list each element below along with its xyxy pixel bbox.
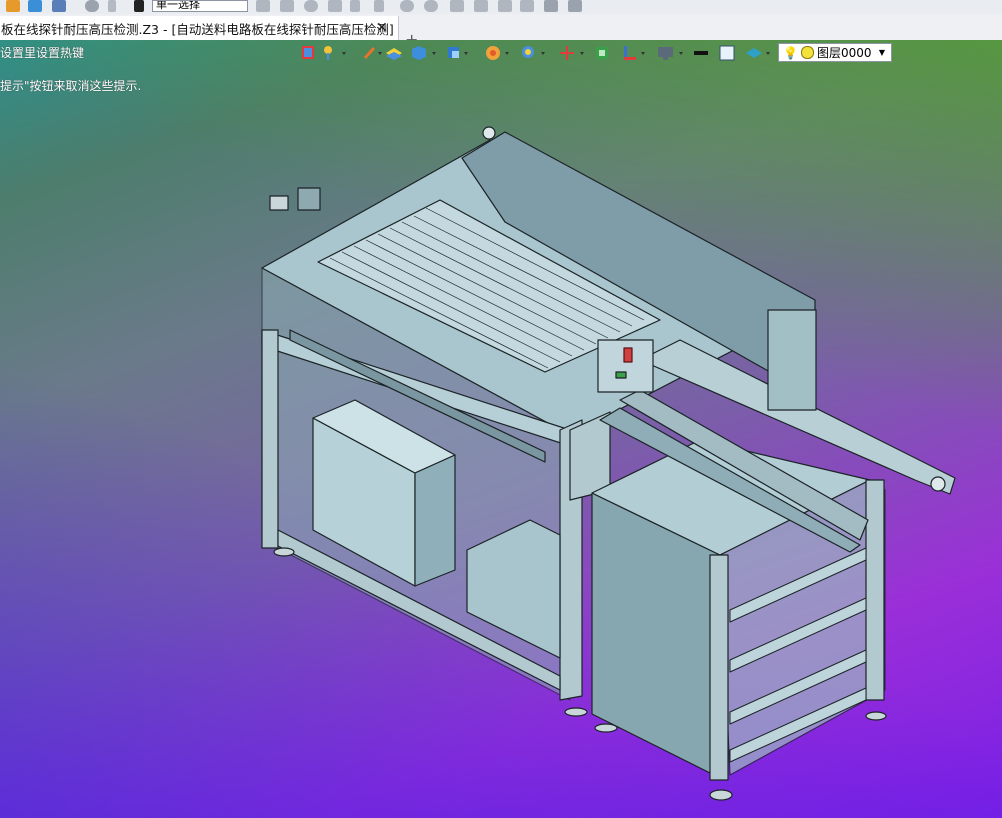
foot xyxy=(273,547,295,557)
import-icon[interactable] xyxy=(302,46,314,59)
view-toolbar xyxy=(302,45,770,61)
layer-color-icon xyxy=(800,46,814,59)
red-probe xyxy=(623,347,633,363)
lightbulb-pin-icon[interactable] xyxy=(324,46,332,60)
machine-model[interactable] xyxy=(0,0,1002,818)
axis-origin-icon[interactable] xyxy=(560,46,574,60)
foot xyxy=(709,789,733,801)
cabinet-post xyxy=(865,479,885,701)
layer-manager-icon[interactable] xyxy=(746,48,762,58)
layer-select[interactable]: 💡 图层0000 ▼ xyxy=(778,43,892,62)
sensor-block xyxy=(297,187,321,211)
monitor-icon[interactable] xyxy=(658,47,673,60)
line-weight-icon[interactable] xyxy=(694,51,708,55)
cube-shade-icon[interactable] xyxy=(412,46,426,60)
cabinet-post xyxy=(709,554,729,781)
render-wheel-icon[interactable] xyxy=(486,46,500,60)
lightbulb-icon[interactable]: 💡 xyxy=(783,46,798,60)
color-swatch-icon[interactable] xyxy=(719,45,735,61)
pen-icon[interactable] xyxy=(363,46,376,60)
top-right-module xyxy=(767,309,817,411)
foot xyxy=(865,711,887,721)
grid-snap-icon[interactable] xyxy=(596,47,608,59)
layer-stack-icon[interactable] xyxy=(386,48,402,60)
control-box-side2 xyxy=(414,454,456,587)
sensor-block xyxy=(269,195,289,211)
view-cube-icon[interactable] xyxy=(448,47,459,58)
foot xyxy=(564,707,588,717)
dimension-icon[interactable] xyxy=(624,46,636,60)
chevron-down-icon[interactable]: ▼ xyxy=(879,48,885,57)
pulley xyxy=(482,126,496,140)
layer-name: 图层0000 xyxy=(816,46,872,60)
frame-post-left xyxy=(261,329,279,549)
zoom-fit-icon[interactable] xyxy=(522,46,534,58)
pulley xyxy=(930,476,946,492)
green-indicator xyxy=(615,371,627,379)
